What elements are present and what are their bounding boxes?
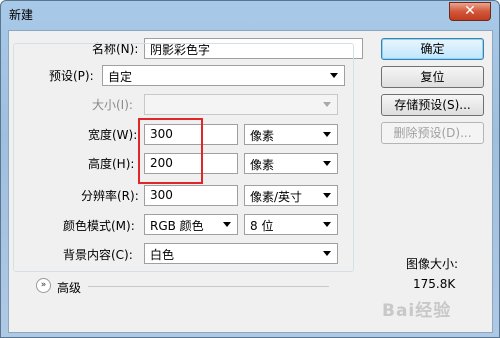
height-unit-select[interactable]: 像素 — [244, 153, 338, 174]
close-button[interactable]: ✕ — [449, 2, 491, 21]
chevron-down-icon — [323, 102, 331, 107]
save-preset-button[interactable]: 存储预设(S)... — [381, 94, 484, 116]
chevron-down-icon — [223, 222, 231, 227]
divider — [88, 286, 329, 287]
color-mode-select[interactable]: RGB 颜色 — [144, 214, 238, 235]
size-select[interactable] — [144, 94, 338, 115]
image-size-value: 175.8K — [413, 277, 456, 291]
chevron-down-icon — [323, 161, 331, 166]
width-label: 宽度(W): — [88, 128, 138, 142]
delete-preset-button[interactable]: 删除预设(D)... — [381, 122, 484, 144]
color-mode-label: 颜色模式(M): — [63, 219, 135, 233]
dialog-title: 新建 — [9, 8, 34, 22]
background-value: 白色 — [150, 248, 175, 262]
height-unit-value: 像素 — [250, 158, 275, 172]
width-unit-select[interactable]: 像素 — [244, 124, 338, 145]
watermark: Bai经验 — [382, 301, 452, 321]
resolution-input[interactable]: 300 — [144, 185, 238, 206]
expand-icon[interactable]: » — [36, 278, 51, 293]
bit-depth-select[interactable]: 8 位 — [244, 214, 338, 235]
highlight-box — [138, 118, 203, 184]
advanced-toggle-label[interactable]: 高级 — [57, 279, 81, 296]
title-bar: 新建 ✕ — [1, 1, 499, 29]
chevron-down-icon — [330, 73, 338, 78]
chevron-down-icon — [323, 193, 331, 198]
preset-value: 自定 — [108, 70, 133, 84]
size-label: 大小(I): — [92, 98, 133, 112]
ok-button[interactable]: 确定 — [381, 38, 484, 60]
chevron-down-icon — [323, 251, 331, 256]
resolution-unit-value: 像素/英寸 — [250, 190, 303, 204]
background-label: 背景内容(C): — [63, 248, 133, 262]
image-size-caption: 图像大小: — [406, 257, 459, 271]
bit-depth-value: 8 位 — [250, 219, 274, 233]
reset-button[interactable]: 复位 — [381, 66, 484, 88]
color-mode-value: RGB 颜色 — [150, 219, 204, 233]
resolution-unit-select[interactable]: 像素/英寸 — [244, 185, 338, 206]
close-icon: ✕ — [464, 3, 476, 19]
height-label: 高度(H): — [88, 157, 135, 171]
chevron-down-icon — [323, 222, 331, 227]
chevron-down-icon — [323, 132, 331, 137]
preset-select[interactable]: 自定 — [102, 65, 345, 86]
preset-label: 预设(P): — [49, 69, 94, 83]
background-select[interactable]: 白色 — [144, 243, 338, 264]
resolution-label: 分辨率(R): — [81, 189, 139, 203]
width-unit-value: 像素 — [250, 129, 275, 143]
